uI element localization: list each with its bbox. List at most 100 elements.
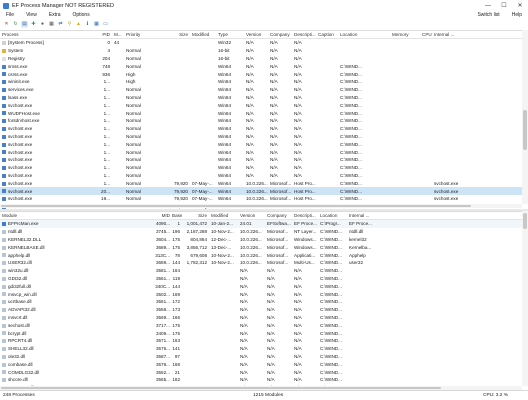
grid-icon[interactable]: ▦	[93, 21, 100, 28]
table-row[interactable]: SHELL32.dll 3576... 141 N/A N/A N/A C:\WIND...	[0, 345, 528, 353]
menu-help[interactable]: Help	[506, 12, 528, 18]
table-row[interactable]: RPCRT4.dll 3571... 163 N/A N/A N/A C:\WIND...	[0, 337, 528, 345]
column-header[interactable]: M...	[112, 31, 124, 38]
table-cell: C:\Progr...	[320, 221, 341, 227]
module-scrollbar[interactable]	[522, 211, 528, 386]
table-row[interactable]: svchost.exe 1... Normal 79,920 07-May-... Win…	[0, 179, 528, 187]
table-row[interactable]: ucrtbase.dll 3551... 172 N/A N/A N/A C:\WIND..…	[0, 298, 528, 306]
menu-options[interactable]: Options	[66, 12, 95, 18]
column-header[interactable]: MID	[152, 212, 172, 219]
column-header[interactable]: Priority	[124, 31, 172, 38]
details-icon[interactable]: ▦	[48, 21, 55, 28]
table-row[interactable]: WUDFHost.exe 1... Normal Win64 N/A N/A N/A C:\W…	[0, 109, 528, 117]
table-row[interactable]: GDI32.dll 3561... 119 N/A N/A N/A C:\WIND...	[0, 275, 528, 283]
table-row[interactable]: smss.exe 748 Normal Win64 N/A N/A N/A C:\WIND..…	[0, 62, 528, 70]
table-row[interactable]: ntdll.dll 3745... 196 2,187,288 10-Nov-2... 1…	[0, 228, 528, 236]
find-icon[interactable]: ⚲	[66, 21, 73, 28]
column-header[interactable]: CPU	[420, 31, 432, 38]
stop-icon[interactable]: ●	[39, 21, 46, 28]
table-row[interactable]: lsass.exe 1... Normal Win64 N/A N/A N/A C:\WIND…	[0, 94, 528, 102]
table-row[interactable]: KERNEL32.DLL 3604... 175 804,864 12-Dec-... 1…	[0, 236, 528, 244]
table-row[interactable]: svchost.exe 1... Normal Win64 N/A N/A N/A C:\WI…	[0, 148, 528, 156]
table-cell: C:\WIND...	[320, 299, 342, 305]
column-header[interactable]: Module	[0, 212, 152, 219]
column-header[interactable]: Type	[216, 31, 244, 38]
menu-extra[interactable]: Extra	[43, 12, 67, 18]
table-row[interactable]: svchost.exe 1... Normal Win64 N/A N/A N/A C:\WI…	[0, 133, 528, 141]
column-header[interactable]: Size	[172, 31, 190, 38]
column-header[interactable]: Descripti...	[292, 31, 316, 38]
table-row[interactable]: wininit.exe 1... High Win64 N/A N/A N/A C:\WIND…	[0, 78, 528, 86]
column-header[interactable]: Base	[172, 212, 182, 219]
table-cell: Microsof...	[267, 244, 289, 250]
maximize-button[interactable]: ☐	[496, 0, 512, 11]
refresh-icon[interactable]: ↻	[12, 21, 19, 28]
table-row[interactable]: combase.dll 3578... 168 N/A N/A N/A C:\WIND...	[0, 360, 528, 368]
table-row[interactable]: win32u.dll 3581... 164 N/A N/A N/A C:\WIND...	[0, 267, 528, 275]
table-row[interactable]: svchost.exe 1... Normal Win64 N/A N/A N/A C:\WI…	[0, 172, 528, 180]
table-row[interactable]: ADVAPI32.dll 3558... 173 N/A N/A N/A C:\WIND..…	[0, 306, 528, 314]
column-header[interactable]: Company	[265, 212, 292, 219]
table-row[interactable]: System 4 Normal 16-bit N/A N/A N/A	[0, 47, 528, 55]
menu-view[interactable]: View	[20, 12, 43, 18]
priority-icon[interactable]: ✚	[30, 21, 37, 28]
table-row[interactable]: csrss.exe 936 High Win64 N/A N/A N/A C:\WIND...	[0, 70, 528, 78]
table-row[interactable]: EFPrcMan.exe 4090... 1 1,001,472 10-Jan-2...…	[0, 220, 528, 228]
table-row[interactable]: apphelp.dll 313C... 78 679,608 10-Nov-2... 10…	[0, 251, 528, 259]
warning-icon[interactable]: ▲	[75, 21, 82, 28]
table-cell: C:\WIND...	[320, 377, 342, 383]
table-cell: Normal	[126, 94, 141, 100]
table-row[interactable]: svchost.exe 1... Normal Win64 N/A N/A N/A C:\WI…	[0, 101, 528, 109]
process-scrollbar[interactable]	[522, 30, 528, 204]
column-header[interactable]: Caption	[316, 31, 338, 38]
minimize-button[interactable]: —	[480, 0, 496, 11]
column-header[interactable]: Modified	[209, 212, 238, 219]
close-button[interactable]: ✕	[512, 0, 528, 11]
column-header[interactable]: Internal ...	[432, 31, 460, 38]
info-icon[interactable]: ℹ	[84, 21, 91, 28]
column-header[interactable]: Size	[182, 212, 209, 219]
table-row[interactable]: ole32.dll 3587... 97 N/A N/A N/A C:\WIND...	[0, 353, 528, 361]
table-row[interactable]: shcore.dll 3565... 182 N/A N/A N/A C:\WIND...	[0, 376, 528, 384]
process-name-cell: svchost.exe	[0, 180, 100, 187]
column-header[interactable]: Version	[238, 212, 265, 219]
table-row[interactable]: svchost.exe 1... Normal Win64 N/A N/A N/A C:\WI…	[0, 125, 528, 133]
table-row[interactable]: KERNELBASE.dll 3689... 175 3,856,712 13-Dec-…	[0, 243, 528, 251]
process-hscrollbar[interactable]	[0, 204, 522, 208]
table-row[interactable]: msvcp_win.dll 3502... 169 N/A N/A N/A C:\WIND.…	[0, 290, 528, 298]
table-row[interactable]: bcrypt.dll 3409... 175 N/A N/A N/A C:\WIND...	[0, 329, 528, 337]
column-header[interactable]: Internal ...	[347, 212, 376, 219]
table-row[interactable]: fontdrvhost.exe 1... Normal Win64 N/A N/A N/A C…	[0, 117, 528, 125]
column-header[interactable]: Modified	[190, 31, 216, 38]
table-row[interactable]: msvcrt.dll 3569... 166 N/A N/A N/A C:\WIND...	[0, 314, 528, 322]
column-header[interactable]: Version	[244, 31, 268, 38]
table-row[interactable]: svchost.exe 19... Normal 79,920 07-May-... Wi…	[0, 195, 528, 203]
column-header[interactable]: Memory	[390, 31, 420, 38]
table-row[interactable]: svchost.exe 20... Normal 79,920 07-May-... Wi…	[0, 187, 528, 195]
menu-switch-list[interactable]: Switch list	[471, 12, 505, 18]
column-header[interactable]: Descripti...	[292, 212, 318, 219]
swap-icon[interactable]: ⇄	[57, 21, 64, 28]
column-header[interactable]: Location	[338, 31, 390, 38]
table-row[interactable]: gdi32full.dll 340C... 144 N/A N/A N/A C:\WIND.…	[0, 282, 528, 290]
table-row[interactable]: [System Process] 0 44 Win32 N/A N/A N/A	[0, 39, 528, 47]
table-row[interactable]: svchost.exe 1... Normal Win64 N/A N/A N/A C:\WI…	[0, 140, 528, 148]
column-header[interactable]: Process	[0, 31, 100, 38]
column-header[interactable]: Location	[318, 212, 347, 219]
table-row[interactable]: sechost.dll 3717... 175 N/A N/A N/A C:\WIND...	[0, 321, 528, 329]
window-icon[interactable]: ▭	[102, 21, 109, 28]
menu-file[interactable]: File	[0, 12, 20, 18]
column-header[interactable]: Company	[268, 31, 292, 38]
table-row[interactable]: services.exe 1... Normal Win64 N/A N/A N/A C:\W…	[0, 86, 528, 94]
table-row[interactable]: svchost.exe 1... Normal Win64 N/A N/A N/A C:\WI…	[0, 164, 528, 172]
module-table: Module MID Base Size Modified Version Company D…	[0, 211, 528, 398]
kill-icon[interactable]: ✕	[3, 21, 10, 28]
column-header[interactable]: PID	[100, 31, 112, 38]
table-row[interactable]: Registry 204 Normal 16-bit N/A N/A N/A	[0, 55, 528, 63]
properties-icon[interactable]: ▤	[21, 20, 28, 28]
table-cell: N/A	[294, 361, 302, 367]
table-row[interactable]: USER32.dll 3689... 144 1,782,312 10-Nov-2...…	[0, 259, 528, 267]
table-row[interactable]: svchost.exe 1... Normal Win64 N/A N/A N/A C:\WI…	[0, 156, 528, 164]
table-row[interactable]: COMDLG32.dll 3552... 21 N/A N/A N/A C:\WIND...	[0, 368, 528, 376]
table-cell: N/A	[294, 118, 302, 124]
